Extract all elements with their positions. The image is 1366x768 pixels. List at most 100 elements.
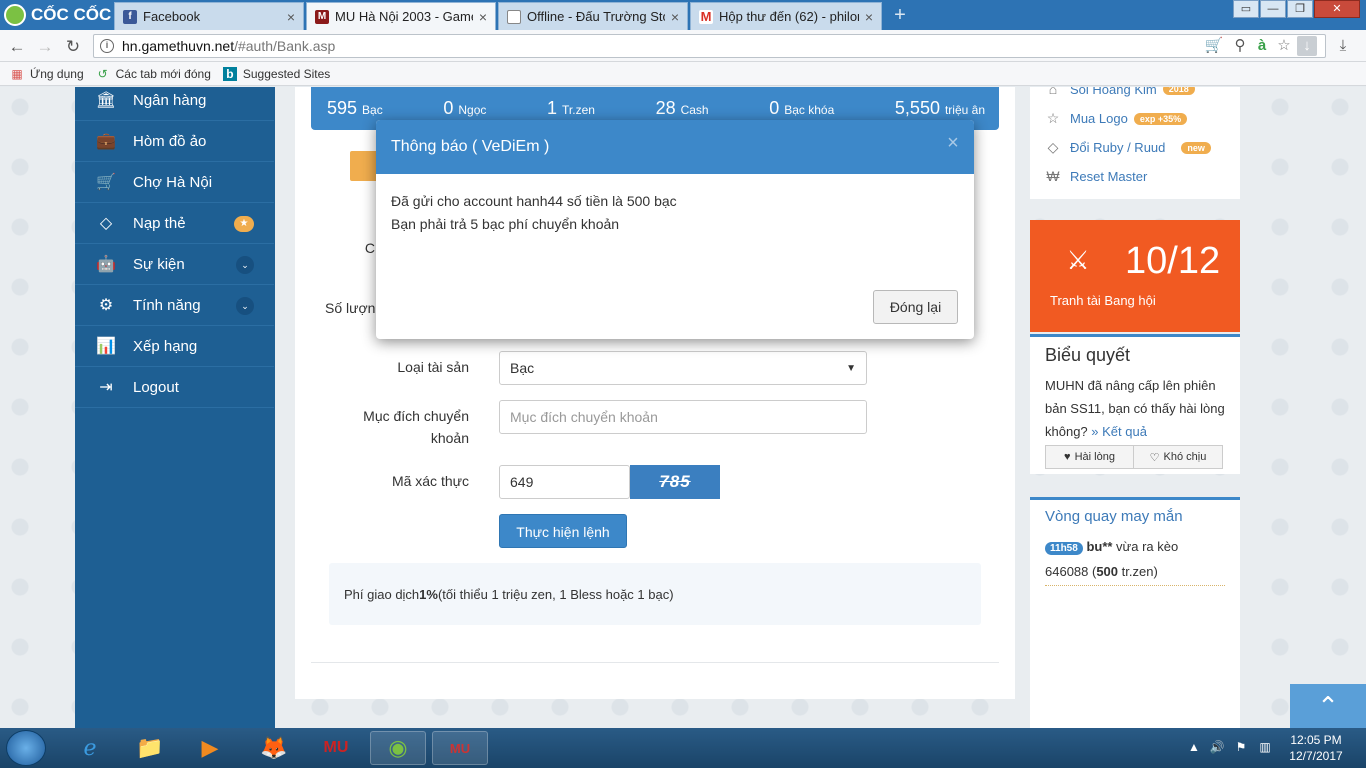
bookmark-suggested-sites[interactable]: b Suggested Sites [222, 66, 330, 81]
start-button[interactable] [6, 730, 46, 766]
link-soi-hoang-kim[interactable]: ⌂ Sói Hoàng Kim 2018 [1044, 87, 1195, 97]
dropdown-arrow-icon: ▼ [846, 362, 856, 374]
link-reset-master[interactable]: ₩ Reset Master [1044, 168, 1147, 184]
close-window-button[interactable]: ✕ [1314, 0, 1360, 18]
partial-field-label: C [364, 240, 375, 256]
coccoc-brand[interactable]: CỐC CỐC [0, 0, 112, 30]
ie-icon[interactable]: ℯ [62, 731, 118, 765]
url-path: /#auth/Bank.asp [234, 38, 336, 54]
sidebar-item-ranking[interactable]: 📊 Xếp hạng [75, 327, 274, 367]
cart-icon: 🛒 [96, 173, 116, 191]
lucky-wheel-entry: 11h58 bu** vừa ra kèo 646088 (500 tr.zen… [1045, 535, 1225, 586]
gmail-icon: M [699, 9, 713, 24]
explorer-folder-icon[interactable]: 📁 [122, 731, 178, 765]
reload-icon[interactable]: ↻ [62, 36, 84, 58]
won-icon: ₩ [1046, 168, 1060, 184]
address-bar[interactable]: i hn.gamethuvn.net/#auth/Bank.asp [93, 34, 1326, 58]
stat-ngoc: 0 Ngọc [443, 98, 487, 118]
bookmark-recent-tabs[interactable]: ↺ Các tab mới đóng [96, 67, 211, 81]
pin-icon[interactable]: ⚲ [1230, 36, 1250, 56]
download-icon[interactable]: ↓ [1297, 36, 1317, 56]
tab-gmail[interactable]: M Hộp thư đến (62) - philong × [690, 2, 882, 30]
bookmark-apps[interactable]: ▦ Ứng dụng [10, 67, 83, 81]
heart-pulse-icon: ♡ [1149, 451, 1160, 464]
notification-modal: Thông báo ( VeDiEm ) × Đã gửi cho accoun… [376, 120, 974, 339]
quantity-label: Số lượn [325, 300, 376, 316]
captcha-label: Mã xác thực [391, 473, 469, 489]
system-clock[interactable]: 12:05 PM 12/7/2017 [1276, 732, 1356, 766]
android-icon: 🤖 [96, 255, 116, 273]
link-buy-logo[interactable]: ☆ Mua Logo exp +35% [1044, 110, 1188, 127]
heart-icon: ♥ [1064, 451, 1071, 463]
chevron-down-icon: ⌄ [236, 255, 254, 274]
tray-expand-icon[interactable]: ▲ [1186, 738, 1202, 756]
star-icon: ☆ [1046, 110, 1060, 126]
coccoc-icon[interactable]: ◉ [370, 731, 426, 765]
recent-tabs-icon: ↺ [97, 66, 108, 81]
vote-satisfied-button[interactable]: ♥ Hài lòng [1045, 445, 1134, 469]
stat-gratitude: 5,550 triệu ân [894, 98, 985, 118]
page-icon [507, 9, 521, 24]
bar-chart-icon: 📊 [96, 337, 116, 355]
clock-time: 12:05 PM [1290, 733, 1342, 747]
minimize-button[interactable]: — [1260, 0, 1286, 18]
media-player-icon[interactable]: ▶ [182, 731, 238, 765]
submit-button[interactable]: Thực hiện lệnh [499, 514, 627, 548]
asset-type-select[interactable]: Bạc ▼ [499, 351, 867, 385]
link-exchange-ruby[interactable]: ◇ Đổi Ruby / Ruud new [1044, 139, 1211, 156]
briefcase-icon: 💼 [96, 132, 116, 150]
tab-facebook[interactable]: f Facebook × [114, 2, 304, 30]
captcha-image[interactable]: 785 [630, 465, 720, 499]
modal-close-button[interactable]: Đóng lại [873, 290, 958, 324]
tab-offline-storm[interactable]: Offline - Đấu Trường Storm × [498, 2, 688, 30]
tab-close-icon[interactable]: × [287, 9, 295, 25]
sidebar-item-topup[interactable]: ◇ Nạp thẻ ★ [75, 204, 274, 244]
mu-game-icon[interactable]: MU [308, 731, 364, 765]
firefox-icon[interactable]: 🦊 [246, 731, 302, 765]
divider [311, 662, 999, 663]
forward-arrow-icon[interactable]: → [34, 36, 56, 58]
modal-header: Thông báo ( VeDiEm ) [376, 120, 974, 174]
chevron-down-icon: ⌄ [236, 296, 254, 315]
poll-result-link[interactable]: » Kết quả [1091, 424, 1147, 439]
sidebar-item-logout[interactable]: ⇥ Logout [75, 368, 274, 408]
tab-close-icon[interactable]: × [479, 9, 487, 25]
tab-mu-hanoi[interactable]: M MU Hà Nội 2003 - Gameth × [306, 2, 496, 30]
mu-game-icon: M [315, 9, 329, 24]
tab-close-icon[interactable]: × [865, 9, 873, 25]
coccoc-logo-icon [4, 4, 26, 26]
restore-button[interactable]: ❐ [1287, 0, 1313, 18]
purpose-input[interactable]: Mục đích chuyển khoản [499, 400, 867, 434]
vietnamese-input-icon[interactable]: à [1252, 36, 1272, 56]
sidebar-item-bank[interactable]: 🏛 Ngân hàng [75, 87, 274, 121]
flag-icon[interactable]: ⚑ [1233, 738, 1249, 756]
bookmark-star-icon[interactable]: ☆ [1274, 36, 1294, 56]
captcha-input[interactable]: 649 [499, 465, 630, 499]
vote-unhappy-button[interactable]: ♡ Khó chịu [1133, 445, 1223, 469]
scroll-to-top-button[interactable]: ⌃ [1290, 684, 1366, 728]
modal-message-line-2: Bạn phải trả 5 bạc phí chuyển khoản [391, 216, 620, 232]
new-tab-button[interactable]: + [889, 4, 911, 26]
lucky-wheel-title[interactable]: Vòng quay may mắn [1045, 508, 1183, 525]
sidebar-item-features[interactable]: ⚙ Tính năng ⌄ [75, 286, 274, 326]
quick-links-panel: ⌂ Sói Hoàng Kim 2018 ☆ Mua Logo exp +35% ◇… [1030, 87, 1240, 199]
window-menu-button[interactable]: ▭ [1233, 0, 1259, 18]
site-info-icon[interactable]: i [100, 39, 114, 53]
guild-war-panel[interactable]: ⚔ 10/12 Tranh tài Bang hội [1030, 220, 1240, 332]
tab-close-icon[interactable]: × [671, 9, 679, 25]
guild-war-score: 10/12 [1125, 240, 1221, 282]
sidebar-item-market[interactable]: 🛒 Chợ Hà Nội [75, 163, 274, 203]
brand-label: CỐC CỐC [31, 5, 112, 24]
volume-icon[interactable]: 🔊 [1209, 738, 1225, 756]
star-badge-icon: ★ [234, 215, 254, 232]
sidebar-item-events[interactable]: 🤖 Sự kiện ⌄ [75, 245, 274, 285]
network-icon[interactable]: ▥ [1257, 738, 1273, 756]
mu-online-icon[interactable]: MU [432, 731, 488, 765]
modal-close-icon[interactable]: × [944, 132, 962, 154]
back-arrow-icon[interactable]: ← [6, 36, 28, 58]
sidebar-item-virtual-chest[interactable]: 💼 Hòm đồ ảo [75, 122, 274, 162]
clock-date: 12/7/2017 [1289, 749, 1343, 763]
download-tray-icon[interactable]: ⤓ [1333, 36, 1353, 56]
shopping-cart-icon[interactable]: 🛒 [1204, 36, 1224, 56]
guild-war-label: Tranh tài Bang hội [1050, 293, 1156, 308]
